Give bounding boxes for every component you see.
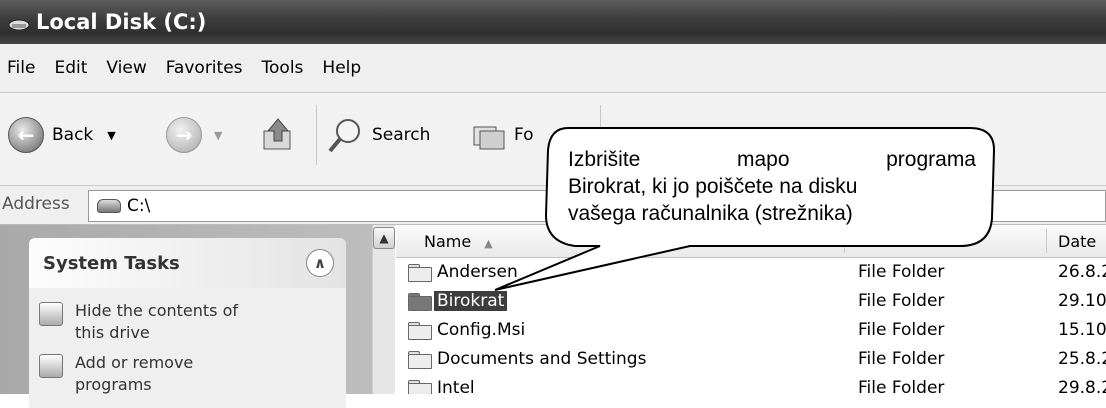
window-title: Local Disk (C:) — [36, 10, 207, 34]
folders-icon — [473, 126, 505, 150]
collapse-icon[interactable]: ∧ — [306, 249, 334, 277]
menu-view[interactable]: View — [106, 58, 146, 78]
file-name: Andersen — [437, 262, 518, 282]
add-remove-icon — [39, 354, 63, 378]
list-item[interactable]: Documents and Settings File Folder 25.8.… — [396, 346, 1106, 374]
file-date: 15.10 — [1058, 320, 1106, 340]
system-tasks-body: Hide the contents of this drive Add or r… — [29, 288, 346, 408]
back-arrow-icon: ← — [8, 117, 44, 153]
list-item[interactable]: Config.Msi File Folder 15.10 — [396, 317, 1106, 345]
task-pane: System Tasks ∧ Hide the contents of this… — [0, 225, 372, 408]
file-name: Documents and Settings — [437, 349, 647, 369]
callout-word: Izbrišite — [568, 148, 641, 171]
system-tasks-title: System Tasks — [43, 252, 180, 274]
menu-help[interactable]: Help — [322, 58, 361, 78]
folder-icon — [408, 264, 432, 282]
toolbar-separator — [316, 105, 317, 165]
drive-icon — [97, 199, 121, 213]
callout-text: Izbrišite mapo programa Birokrat, ki jo … — [568, 146, 976, 227]
address-value: C:\ — [127, 196, 151, 216]
callout-line: vašega računalnika (strežnika) — [568, 202, 853, 225]
column-name[interactable]: Name ▲ — [424, 232, 493, 251]
file-type: File Folder — [858, 349, 945, 369]
list-item[interactable]: Andersen File Folder 26.8.2 — [396, 259, 1106, 287]
scroll-up-icon[interactable]: ▲ — [373, 227, 395, 249]
menu-file[interactable]: File — [7, 58, 35, 78]
forward-arrow-icon: → — [166, 117, 202, 153]
task-label: programs — [75, 375, 152, 394]
callout-line: Birokrat, ki jo poiščete na disku — [568, 175, 858, 198]
task-add-remove-programs[interactable]: Add or remove programs — [39, 352, 193, 396]
callout-word: mapo — [736, 148, 790, 171]
menu-edit[interactable]: Edit — [54, 58, 87, 78]
file-type: File Folder — [858, 262, 945, 282]
folder-icon — [408, 351, 432, 369]
system-tasks-panel: System Tasks ∧ Hide the contents of this… — [29, 238, 346, 408]
back-button[interactable]: ← Back ▼ — [8, 115, 116, 155]
folder-icon — [408, 380, 432, 394]
file-date: 26.8.2 — [1058, 262, 1106, 282]
task-label: Add or remove — [75, 353, 194, 372]
file-type: File Folder — [858, 291, 945, 311]
task-label: this drive — [75, 323, 150, 342]
back-label: Back — [52, 125, 94, 145]
column-divider[interactable] — [844, 229, 845, 253]
folder-icon — [408, 293, 432, 311]
menu-favorites[interactable]: Favorites — [166, 58, 243, 78]
up-folder-icon — [263, 118, 291, 150]
address-label: Address — [2, 194, 70, 214]
file-date: 29.10 — [1058, 291, 1106, 311]
list-item[interactable]: Intel File Folder 29.8.2 — [396, 375, 1106, 394]
file-name: Intel — [437, 378, 475, 394]
column-name-label: Name — [424, 232, 472, 251]
back-dropdown-icon[interactable]: ▼ — [107, 129, 115, 142]
column-header: Name ▲ Date — [396, 225, 1106, 258]
column-divider[interactable] — [1046, 229, 1047, 253]
file-name: Config.Msi — [437, 320, 526, 340]
vertical-scrollbar[interactable]: ▲ — [372, 225, 395, 394]
task-label: Hide the contents of — [75, 301, 239, 320]
list-item-selected[interactable]: Birokrat File Folder 29.10 — [396, 288, 1106, 316]
drive-icon — [8, 14, 30, 31]
title-bar: Local Disk (C:) — [0, 0, 1106, 44]
up-folder-button[interactable] — [258, 115, 298, 155]
file-date: 29.8.2 — [1058, 378, 1106, 394]
forward-button[interactable]: → ▼ — [166, 115, 222, 155]
search-icon — [328, 119, 360, 153]
file-type: File Folder — [858, 320, 945, 340]
search-button[interactable]: Search — [326, 115, 430, 155]
system-tasks-header[interactable]: System Tasks ∧ — [29, 238, 346, 288]
file-list: Name ▲ Date Andersen File Folder 26.8.2 … — [396, 225, 1106, 394]
hide-drive-icon — [39, 302, 63, 326]
task-hide-drive[interactable]: Hide the contents of this drive — [39, 300, 238, 344]
folder-icon — [408, 322, 432, 340]
folders-button[interactable]: Fo — [470, 115, 534, 155]
menu-bar: File Edit View Favorites Tools Help — [0, 44, 1106, 93]
menu-tools[interactable]: Tools — [262, 58, 304, 78]
column-date[interactable]: Date — [1058, 232, 1096, 251]
callout-word: programa — [886, 148, 976, 171]
sort-asc-icon: ▲ — [484, 237, 493, 250]
folders-label: Fo — [514, 125, 534, 145]
file-name: Birokrat — [434, 291, 508, 311]
search-label: Search — [372, 125, 431, 145]
file-type: File Folder — [858, 378, 945, 394]
forward-dropdown-icon[interactable]: ▼ — [214, 129, 222, 142]
file-date: 25.8.2 — [1058, 349, 1106, 369]
